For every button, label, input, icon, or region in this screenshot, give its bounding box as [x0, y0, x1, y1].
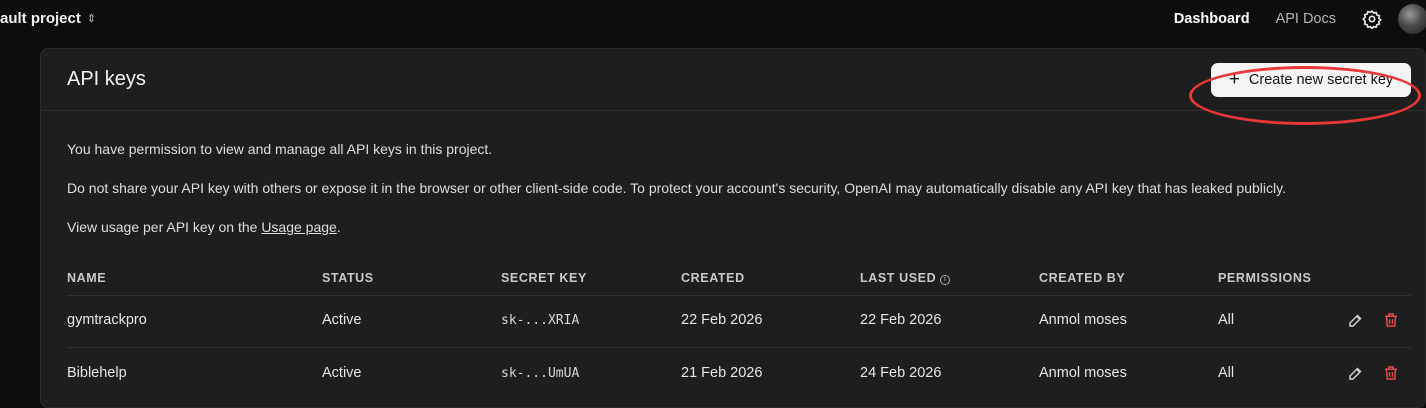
- column-header-last-used: LAST USED i: [860, 271, 951, 285]
- key-name: gymtrackpro: [67, 312, 147, 328]
- create-secret-key-label: Create new secret key: [1248, 72, 1394, 88]
- pencil-icon[interactable]: [1347, 311, 1365, 329]
- key-created: 22 Feb 2026: [681, 312, 763, 328]
- key-last-used: 24 Feb 2026: [860, 365, 942, 381]
- key-status: Active: [322, 312, 362, 328]
- create-secret-key-button[interactable]: + Create new secret key: [1211, 63, 1411, 97]
- column-header-name: NAME: [67, 271, 107, 285]
- row-divider: [67, 347, 1411, 348]
- key-created-by: Anmol moses: [1039, 365, 1127, 381]
- trash-icon[interactable]: [1382, 311, 1400, 329]
- sidebar-edge: [0, 38, 40, 398]
- key-secret: sk-...UmUA: [501, 366, 580, 381]
- key-created: 21 Feb 2026: [681, 365, 763, 381]
- nav-dashboard[interactable]: Dashboard: [1174, 11, 1250, 27]
- key-permissions: All: [1218, 312, 1235, 328]
- column-header-secret-key: SECRET KEY: [501, 271, 587, 285]
- key-permissions: All: [1218, 365, 1235, 381]
- usage-text: View usage per API key on the Usage page…: [67, 219, 341, 235]
- key-created-by: Anmol moses: [1039, 312, 1127, 328]
- column-header-created-by: CREATED BY: [1039, 271, 1126, 285]
- top-nav: Dashboard API Docs: [1174, 0, 1426, 38]
- row-divider: [67, 295, 1411, 296]
- permission-text: You have permission to view and manage a…: [67, 141, 493, 157]
- panel-header: API keys + Create new secret key: [41, 49, 1425, 125]
- project-name: ault project: [0, 10, 81, 27]
- trash-icon[interactable]: [1382, 364, 1400, 382]
- column-header-created: CREATED: [681, 271, 745, 285]
- page-title: API keys: [67, 68, 146, 90]
- nav-api-docs[interactable]: API Docs: [1276, 11, 1336, 27]
- info-icon[interactable]: i: [940, 275, 951, 285]
- api-keys-panel: API keys + Create new secret key You hav…: [40, 48, 1426, 408]
- project-switcher[interactable]: ault project ⇕: [0, 10, 96, 27]
- chevron-up-down-icon: ⇕: [86, 13, 97, 25]
- key-status: Active: [322, 365, 362, 381]
- column-header-status: STATUS: [322, 271, 374, 285]
- usage-prefix: View usage per API key on the: [67, 219, 262, 235]
- column-header-permissions: PERMISSIONS: [1218, 271, 1312, 285]
- key-name: Biblehelp: [67, 365, 127, 381]
- avatar[interactable]: [1398, 4, 1426, 34]
- key-secret: sk-...XRIA: [501, 313, 580, 328]
- top-bar: ault project ⇕ Dashboard API Docs: [0, 0, 1426, 38]
- usage-suffix: .: [336, 219, 341, 235]
- plus-icon: +: [1228, 68, 1240, 90]
- pencil-icon[interactable]: [1347, 364, 1365, 382]
- gear-icon[interactable]: [1362, 9, 1382, 29]
- key-last-used: 22 Feb 2026: [860, 312, 942, 328]
- security-warning-text: Do not share your API key with others or…: [67, 180, 1286, 196]
- column-header-last-used-label: LAST USED: [860, 271, 937, 285]
- usage-page-link[interactable]: Usage page: [261, 219, 337, 235]
